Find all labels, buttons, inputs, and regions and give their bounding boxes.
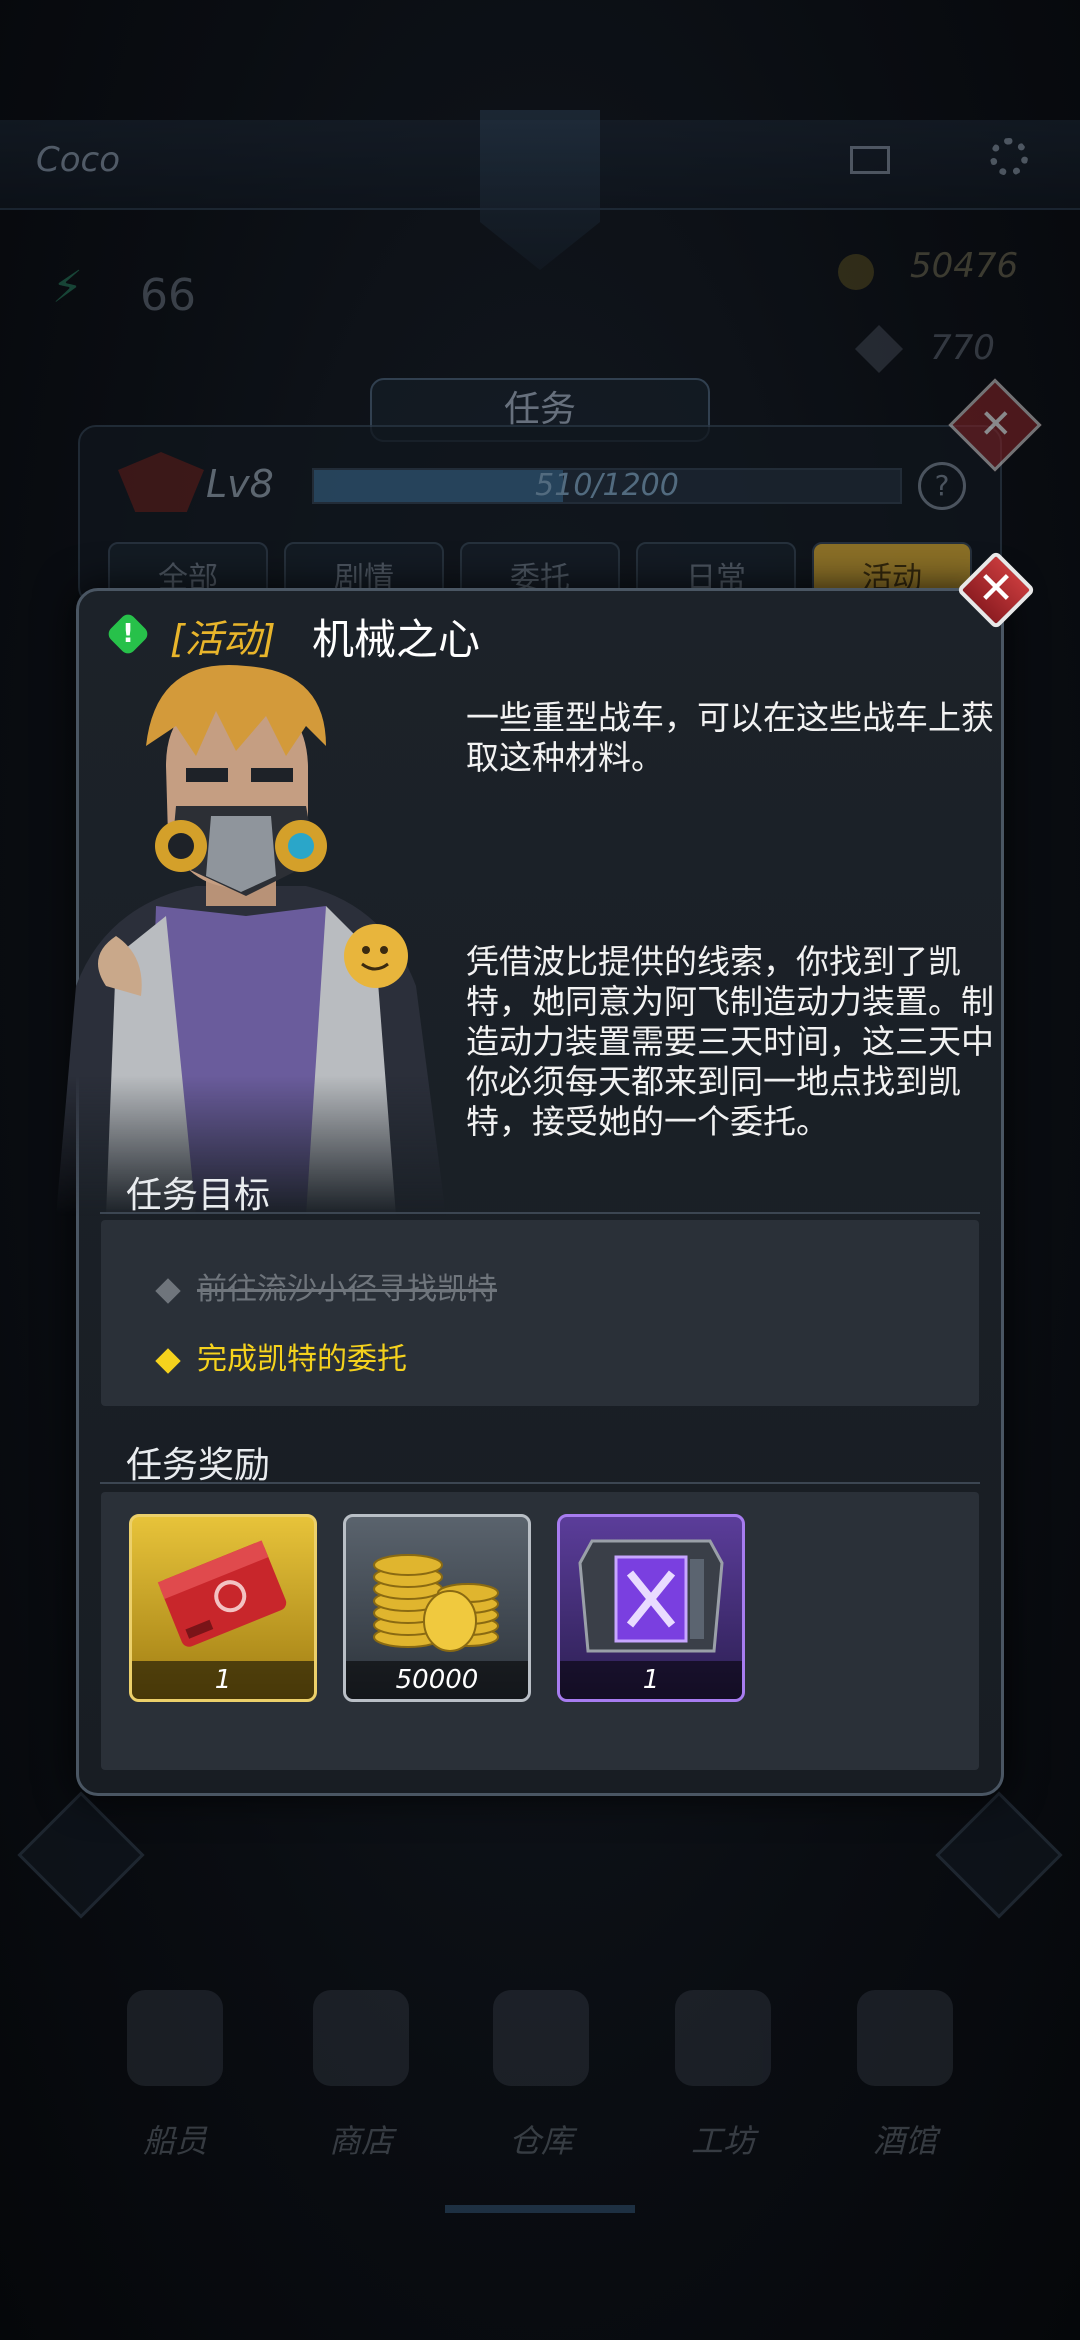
quest-tag: [活动]	[170, 617, 276, 661]
alert-icon: !	[105, 611, 151, 657]
nav-warehouse: 仓库	[466, 1990, 616, 2162]
nav-indicator	[445, 2205, 635, 2213]
bottom-nav: 船员 商店 仓库 工坊 酒馆	[0, 1980, 1080, 2220]
close-button[interactable]: ✕	[956, 550, 1036, 630]
xp-text: 510/1200	[535, 468, 679, 503]
mail-icon	[850, 146, 890, 174]
nav-warehouse-label: 仓库	[508, 2122, 573, 2160]
help-icon: ?	[918, 462, 966, 510]
reward-item[interactable]: 50000	[343, 1514, 531, 1702]
gem-amount: 770	[930, 328, 995, 368]
gold-coin-icon	[838, 254, 874, 290]
objective-text: 前往流沙小径寻找凯特	[197, 1272, 497, 1307]
rewards-heading: 任务奖励	[126, 1445, 271, 1486]
quest-description-2: 凭借波比提供的线索，你找到了凯特，她同意为阿飞制造动力装置。制造动力装置需要三天…	[466, 942, 994, 1141]
gear-icon	[990, 138, 1028, 176]
nav-crew-label: 船员	[142, 2122, 207, 2160]
reward-item[interactable]: 1	[557, 1514, 745, 1702]
nav-crew: 船员	[100, 1990, 250, 2162]
stat-value: 66	[140, 270, 196, 321]
objectives-heading: 任务目标	[126, 1175, 271, 1216]
objective-item-active: 完成凯特的委托	[155, 1334, 407, 1378]
red-ticket-icon	[157, 1540, 287, 1647]
objective-item-completed: 前往流沙小径寻找凯特	[155, 1264, 497, 1308]
shop-icon	[313, 1990, 409, 2086]
alert-mark: !	[122, 619, 134, 649]
purple-crate-icon	[578, 1539, 724, 1653]
nav-workshop-label: 工坊	[690, 2122, 755, 2160]
reward-count: 1	[132, 1661, 314, 1699]
reward-item[interactable]: 1	[129, 1514, 317, 1702]
quest-description-1: 一些重型战车，可以在这些战车上获取这种材料。	[466, 698, 994, 777]
workshop-icon	[675, 1990, 771, 2086]
nav-tavern: 酒馆	[830, 1990, 980, 2162]
nav-workshop: 工坊	[648, 1990, 798, 2162]
nav-shop: 商店	[286, 1990, 436, 2162]
rewards-list: 1 50000 1	[101, 1492, 979, 1770]
player-name: Coco	[36, 140, 121, 180]
gold-coins-icon	[373, 1554, 499, 1652]
nav-shop-label: 商店	[328, 2122, 393, 2160]
level-label: Lv8	[206, 462, 274, 506]
diamond-bullet-icon	[155, 1277, 181, 1304]
character-portrait	[56, 665, 446, 1216]
tavern-icon	[857, 1990, 953, 2086]
xp-bar: 510/1200	[312, 468, 902, 504]
warehouse-icon	[493, 1990, 589, 2086]
objective-text: 完成凯特的委托	[197, 1342, 407, 1377]
gold-amount: 50476	[910, 246, 1019, 286]
rewards-divider	[100, 1482, 980, 1484]
reward-count: 50000	[346, 1661, 528, 1699]
crew-icon	[127, 1990, 223, 2086]
objectives-list: 前往流沙小径寻找凯特 完成凯特的委托	[101, 1220, 979, 1406]
nav-tavern-label: 酒馆	[872, 2122, 937, 2160]
objectives-divider	[100, 1212, 980, 1214]
close-icon: ✕	[977, 563, 1015, 614]
bolt-icon: ⚡	[52, 262, 83, 313]
diamond-bullet-icon	[155, 1347, 181, 1374]
reward-count: 1	[560, 1661, 742, 1699]
